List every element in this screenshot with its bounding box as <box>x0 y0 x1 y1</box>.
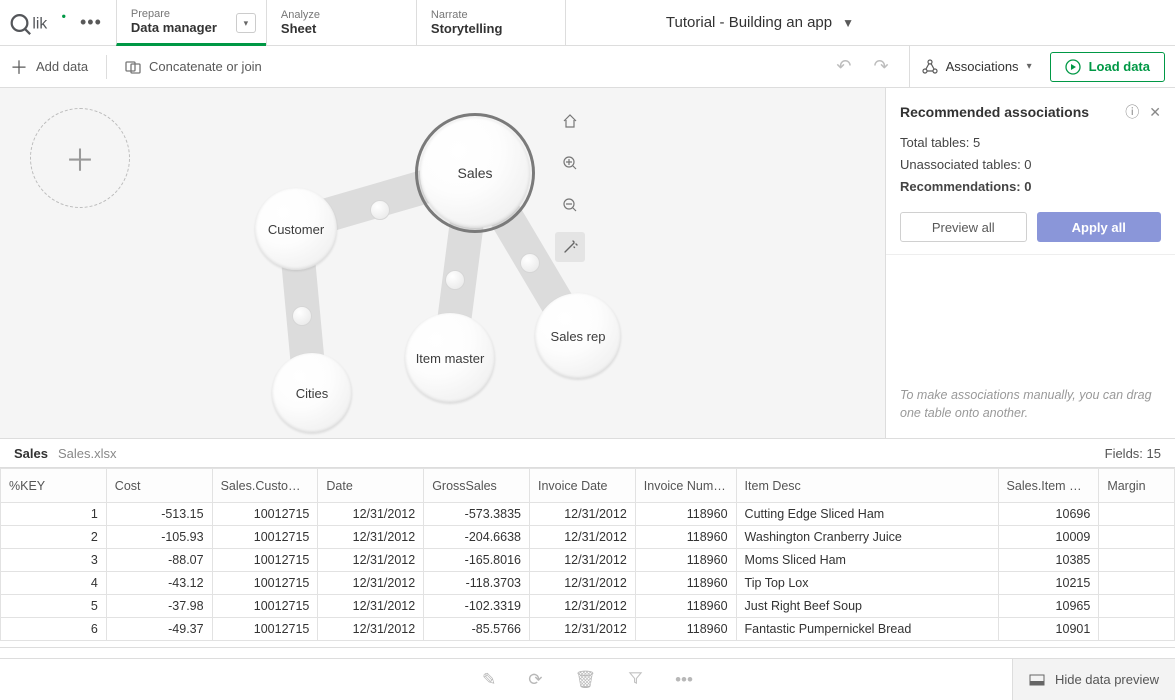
nav-analyze-lab: Sheet <box>281 21 402 36</box>
table-row[interactable]: 1-513.151001271512/31/2012-573.383512/31… <box>1 503 1175 526</box>
table-row[interactable]: 5-37.981001271512/31/2012-102.331912/31/… <box>1 595 1175 618</box>
preview-table-name: Sales <box>14 446 48 461</box>
bubble-cities[interactable]: Cities <box>272 353 352 433</box>
column-header[interactable]: Date <box>318 469 424 503</box>
associations-hint: To make associations manually, you can d… <box>886 370 1175 438</box>
associations-icon <box>922 59 938 75</box>
column-header[interactable]: Invoice Num… <box>635 469 736 503</box>
preview-file-name: Sales.xlsx <box>58 446 117 461</box>
associations-panel: Recommended associations ⓘ ✕ Total table… <box>885 88 1175 438</box>
panel-icon <box>1029 674 1045 686</box>
nav-prepare-sup: Prepare <box>131 8 252 20</box>
column-header[interactable]: %KEY <box>1 469 107 503</box>
more-icon[interactable]: ••• <box>675 670 693 690</box>
zoom-in-icon[interactable] <box>555 148 585 178</box>
associations-dropdown[interactable]: Associations ▾ <box>909 46 1032 87</box>
column-header[interactable]: Invoice Date <box>529 469 635 503</box>
help-icon[interactable]: ⓘ <box>1125 102 1139 122</box>
load-data-button[interactable]: Load data <box>1050 52 1165 82</box>
add-data-button[interactable]: ＋ Add data <box>10 54 88 80</box>
refresh-icon[interactable]: ⟳ <box>528 670 542 690</box>
concatenate-button[interactable]: Concatenate or join <box>125 59 262 75</box>
qlik-logo[interactable]: lik <box>0 0 80 45</box>
nav-analyze[interactable]: Analyze Sheet <box>266 0 416 45</box>
chevron-down-icon: ▾ <box>1027 61 1032 72</box>
column-header[interactable]: Item Desc <box>736 469 998 503</box>
hide-preview-button[interactable]: Hide data preview <box>1012 659 1175 700</box>
data-preview-table: %KEYCostSales.Custo…DateGrossSalesInvoic… <box>0 468 1175 641</box>
table-row[interactable]: 4-43.121001271512/31/2012-118.370312/31/… <box>1 572 1175 595</box>
chevron-down-icon[interactable]: ▾ <box>236 13 256 33</box>
associations-title: Recommended associations <box>900 104 1115 120</box>
bubble-customer[interactable]: Customer <box>255 188 337 270</box>
app-title[interactable]: Tutorial - Building an app ▼ <box>566 0 854 45</box>
bubble-sales-rep[interactable]: Sales rep <box>535 293 621 379</box>
plus-icon: ＋ <box>10 54 28 80</box>
association-joint[interactable] <box>370 200 390 220</box>
bubble-sales[interactable]: Sales <box>420 118 530 228</box>
edit-icon[interactable]: ✎ <box>482 670 496 690</box>
table-row[interactable]: 6-49.371001271512/31/2012-85.576612/31/2… <box>1 618 1175 641</box>
concatenate-icon <box>125 59 141 75</box>
association-joint[interactable] <box>520 253 540 273</box>
magic-wand-icon[interactable] <box>555 232 585 262</box>
undo-icon[interactable]: ↶ <box>834 56 853 77</box>
chevron-down-icon: ▼ <box>842 16 854 30</box>
column-header[interactable]: Sales.Custo… <box>212 469 318 503</box>
preview-all-button[interactable]: Preview all <box>900 212 1027 242</box>
zoom-out-icon[interactable] <box>555 190 585 220</box>
association-joint[interactable] <box>445 270 465 290</box>
column-header[interactable]: Margin <box>1099 469 1175 503</box>
table-row[interactable]: 2-105.931001271512/31/2012-204.663812/31… <box>1 526 1175 549</box>
nav-narrate[interactable]: Narrate Storytelling <box>416 0 566 45</box>
svg-text:lik: lik <box>32 15 47 32</box>
column-header[interactable]: GrossSales <box>424 469 530 503</box>
close-icon[interactable]: ✕ <box>1149 104 1161 121</box>
redo-icon[interactable]: ↷ <box>871 56 890 77</box>
nav-narrate-lab: Storytelling <box>431 21 551 36</box>
association-joint[interactable] <box>292 306 312 326</box>
nav-prepare[interactable]: Prepare Data manager ▾ <box>116 0 266 46</box>
home-icon[interactable] <box>555 106 585 136</box>
footer-bar: ✎ ⟳ 🗑 ••• Hide data preview <box>0 658 1175 700</box>
app-menu-icon[interactable]: ••• <box>80 0 116 45</box>
delete-icon[interactable]: 🗑 <box>575 670 597 690</box>
nav-analyze-sup: Analyze <box>281 9 402 21</box>
bubble-item-master[interactable]: Item master <box>405 313 495 403</box>
associations-canvas[interactable]: ＋ Sales Customer Cities Item master Sale… <box>0 88 885 438</box>
apply-all-button[interactable]: Apply all <box>1037 212 1162 242</box>
add-table-circle[interactable]: ＋ <box>30 108 130 208</box>
table-row[interactable]: 3-88.071001271512/31/2012-165.801612/31/… <box>1 549 1175 572</box>
column-header[interactable]: Cost <box>106 469 212 503</box>
play-icon <box>1065 59 1081 75</box>
column-header[interactable]: Sales.Item N… <box>998 469 1099 503</box>
nav-prepare-lab: Data manager <box>131 20 252 35</box>
filter-icon[interactable] <box>628 670 643 690</box>
nav-narrate-sup: Narrate <box>431 9 551 21</box>
